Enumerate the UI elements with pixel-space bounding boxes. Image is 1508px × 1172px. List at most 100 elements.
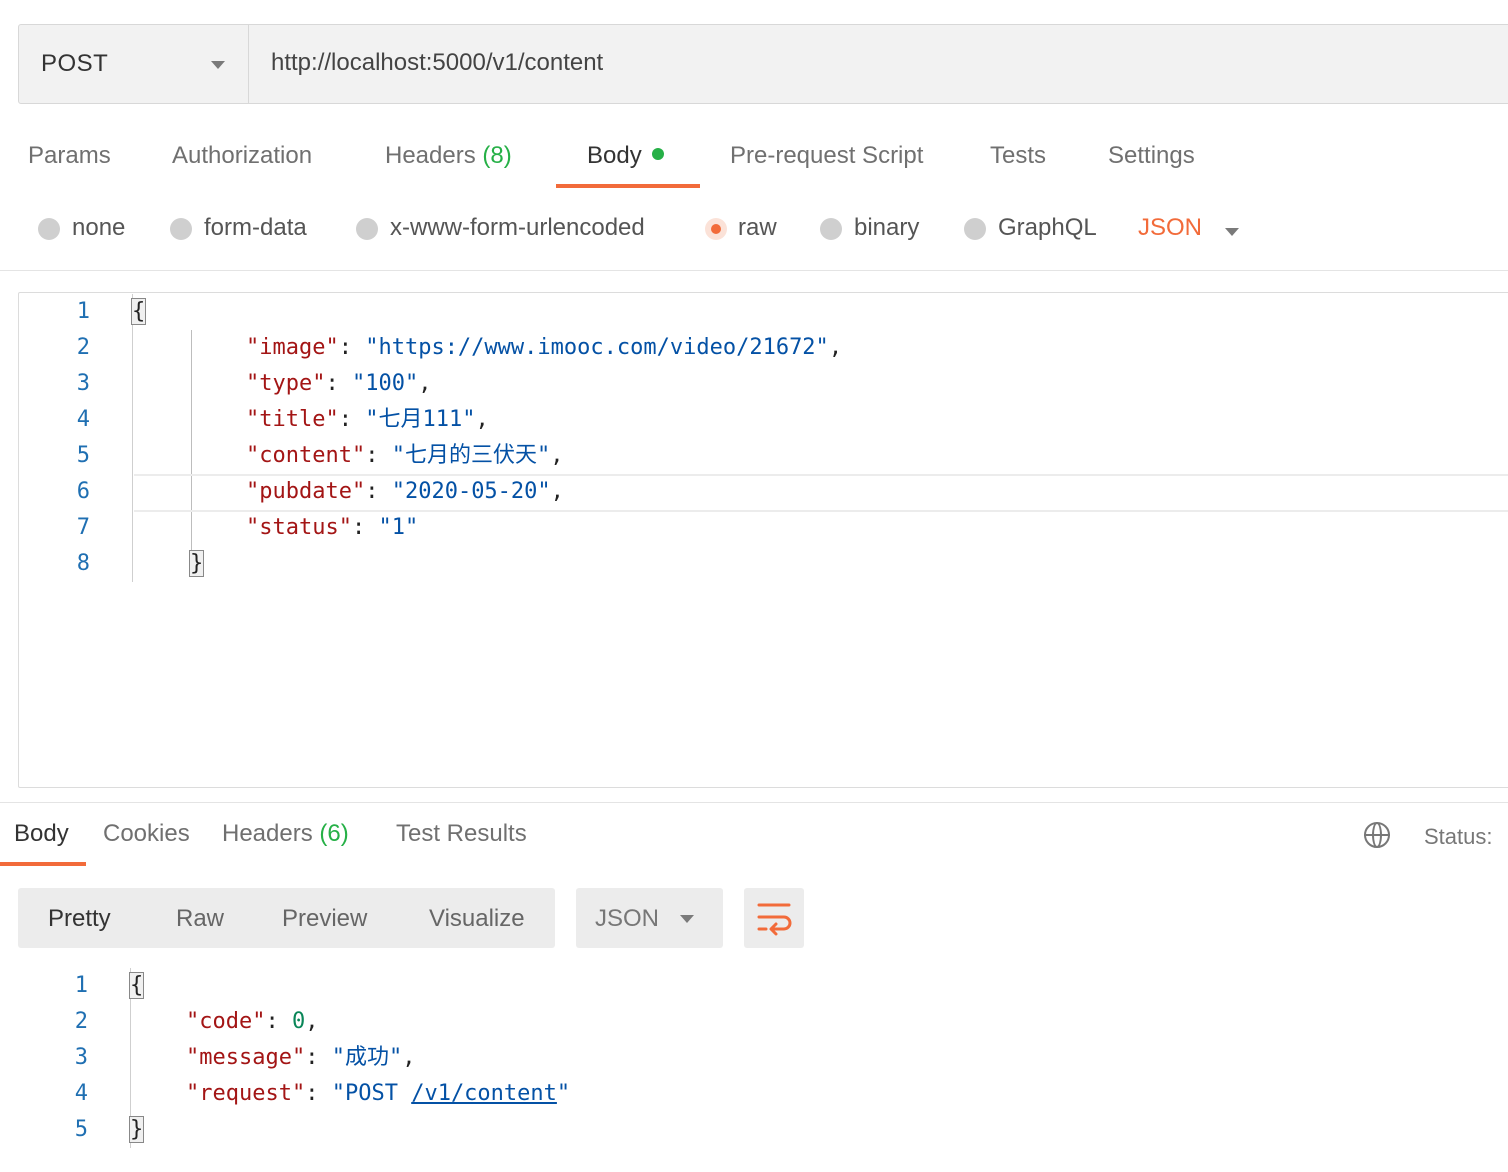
response-tab-cookies[interactable]: Cookies	[103, 820, 190, 848]
radio-urlencoded[interactable]	[356, 218, 378, 240]
radio-raw[interactable]	[705, 218, 727, 240]
line-number: 1	[76, 299, 90, 324]
code-line: "image": "https://www.imooc.com/video/21…	[246, 335, 843, 360]
trail: ,	[402, 1045, 416, 1070]
method-select[interactable]: POST	[19, 25, 249, 103]
tab-params[interactable]: Params	[28, 142, 111, 170]
json-key: "pubdate"	[246, 479, 366, 504]
status-label: Status:	[1424, 824, 1493, 849]
trail: ,	[550, 443, 564, 468]
json-value: "七月的三伏天"	[391, 443, 551, 468]
radio-label-graphql[interactable]: GraphQL	[998, 214, 1097, 242]
json-key: "image"	[246, 335, 339, 360]
response-headers-count: (6)	[319, 820, 349, 847]
trail: ,	[828, 335, 843, 360]
json-value: "100"	[351, 371, 419, 396]
line-number: 4	[76, 407, 90, 432]
radio-label-none[interactable]: none	[72, 214, 125, 242]
code-line: }	[188, 546, 205, 582]
tab-label: Params	[28, 142, 111, 169]
radio-label-urlencoded[interactable]: x-www-form-urlencoded	[390, 214, 645, 242]
code-line: "status": "1"	[246, 515, 419, 540]
tab-label: Settings	[1108, 142, 1195, 169]
response-line: "code": 0,	[186, 1009, 319, 1034]
request-path-link[interactable]: /v1/content	[411, 1081, 557, 1106]
trail: ,	[305, 1009, 319, 1034]
radio-none[interactable]	[38, 218, 60, 240]
view-mode-segmented: Pretty Raw Preview Visualize	[18, 888, 555, 948]
radio-label-binary[interactable]: binary	[854, 214, 919, 242]
trail: ,	[475, 407, 489, 432]
tab-label: Tests	[990, 142, 1047, 169]
open-brace: {	[130, 298, 147, 325]
response-line: {	[128, 968, 145, 1004]
tab-label: Pre-request Script	[730, 142, 924, 169]
response-tab-body[interactable]: Body	[14, 820, 69, 848]
url-input[interactable]: http://localhost:5000/v1/content	[271, 49, 603, 77]
headers-count: (8)	[482, 142, 512, 169]
line-number: 7	[76, 515, 90, 540]
json-key: "message"	[186, 1045, 306, 1070]
json-value: "成功"	[331, 1045, 403, 1070]
json-key: "title"	[246, 407, 339, 432]
view-pretty[interactable]: Pretty	[48, 905, 111, 933]
gutter-divider	[132, 294, 133, 582]
close-brace: }	[188, 550, 205, 577]
tab-label: Headers	[222, 820, 313, 847]
code-line: "title": "七月111",	[246, 407, 489, 432]
method-label: POST	[41, 50, 109, 77]
chevron-down-icon	[211, 61, 225, 69]
response-tab-test-results[interactable]: Test Results	[396, 820, 527, 848]
line-number: 6	[76, 479, 90, 504]
radio-graphql[interactable]	[964, 218, 986, 240]
radio-label-raw[interactable]: raw	[738, 214, 777, 242]
tab-pre-request-script[interactable]: Pre-request Script	[730, 142, 923, 170]
view-visualize[interactable]: Visualize	[429, 905, 525, 933]
tab-authorization[interactable]: Authorization	[172, 142, 312, 170]
active-tab-indicator	[556, 184, 700, 188]
line-number: 2	[74, 1009, 88, 1034]
tab-label: Authorization	[172, 142, 313, 169]
line-number: 3	[74, 1045, 88, 1070]
line-number: 3	[76, 371, 90, 396]
request-bar: POST http://localhost:5000/v1/content	[18, 24, 1508, 104]
response-format-label: JSON	[595, 905, 660, 932]
wrap-lines-button[interactable]	[744, 888, 804, 948]
json-value: "https://www.imooc.com/video/21672"	[365, 335, 829, 360]
radio-form-data[interactable]	[170, 218, 192, 240]
json-value: "2020-05-20"	[391, 479, 551, 504]
json-value: "	[556, 1081, 571, 1106]
divider	[0, 270, 1508, 271]
body-format-select[interactable]: JSON	[1138, 214, 1202, 242]
view-preview[interactable]: Preview	[282, 905, 367, 933]
tab-label: Body	[587, 142, 642, 169]
response-format-select[interactable]: JSON	[576, 888, 723, 948]
indent-guide	[191, 330, 192, 550]
tab-body[interactable]: Body	[587, 142, 664, 170]
code-line: "type": "100",	[246, 371, 432, 396]
tab-tests[interactable]: Tests	[990, 142, 1046, 170]
response-line: }	[128, 1112, 145, 1148]
view-raw[interactable]: Raw	[176, 905, 224, 933]
code-line: "pubdate": "2020-05-20",	[246, 479, 564, 504]
divider	[0, 802, 1508, 803]
response-tab-headers[interactable]: Headers (6)	[222, 820, 349, 848]
line-number: 5	[74, 1117, 88, 1142]
json-value: "七月111"	[365, 407, 476, 432]
json-value: "1"	[378, 515, 419, 540]
code-line: "content": "七月的三伏天",	[246, 443, 564, 468]
radio-binary[interactable]	[820, 218, 842, 240]
chevron-down-icon[interactable]	[1225, 228, 1239, 236]
tab-settings[interactable]: Settings	[1108, 142, 1195, 170]
tab-headers[interactable]: Headers (8)	[385, 142, 512, 170]
wrap-lines-icon	[757, 903, 792, 936]
json-key: "status"	[246, 515, 352, 540]
response-line: "request": "POST /v1/content"	[186, 1081, 571, 1106]
json-key: "code"	[186, 1009, 266, 1034]
trail: ,	[418, 371, 432, 396]
request-body-editor[interactable]	[18, 292, 1508, 788]
json-key: "content"	[246, 443, 366, 468]
globe-icon[interactable]	[1364, 822, 1390, 848]
active-response-tab-indicator	[0, 862, 86, 866]
radio-label-form-data[interactable]: form-data	[204, 214, 307, 242]
